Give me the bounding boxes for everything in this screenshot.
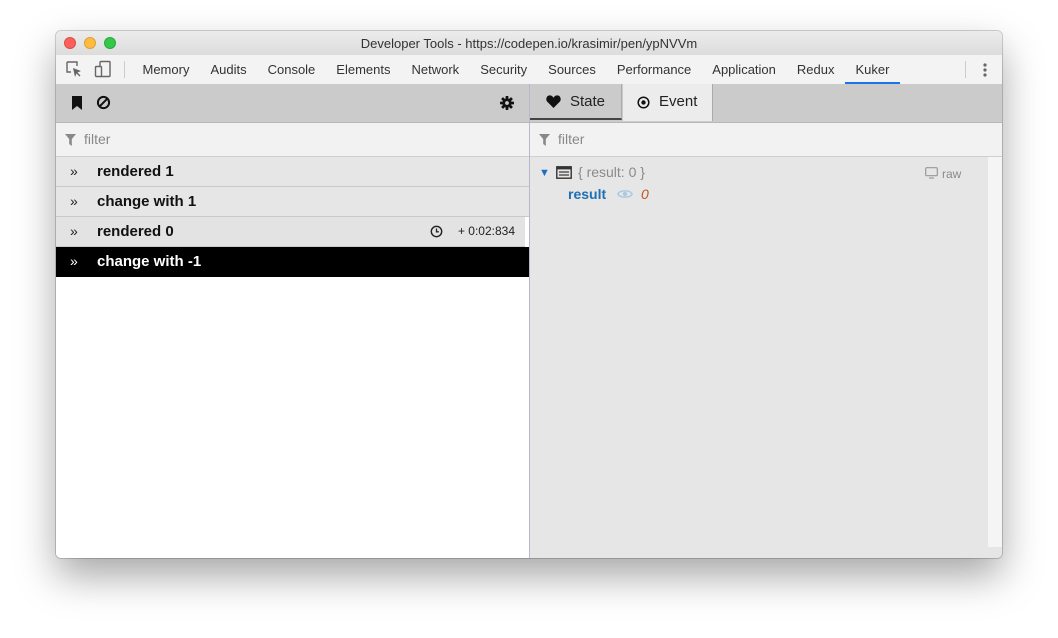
raw-toggle[interactable]: raw (942, 167, 961, 181)
tab-security[interactable]: Security (470, 55, 538, 84)
clear-icon[interactable] (96, 95, 111, 110)
clock-icon (430, 225, 443, 238)
event-time: + 0:02:834 (457, 224, 515, 238)
state-value: 0 (641, 186, 649, 202)
tab-console[interactable]: Console (257, 55, 326, 84)
collapse-triangle-icon[interactable]: ▼ (539, 167, 550, 179)
tab-audits[interactable]: Audits (200, 55, 257, 84)
monitor-icon[interactable] (925, 167, 938, 179)
tab-event[interactable]: Event (623, 84, 713, 121)
event-row-selected[interactable]: » change with -1 (56, 247, 529, 277)
toolbar-divider (124, 61, 125, 78)
tab-sources[interactable]: Sources (538, 55, 607, 84)
tab-memory[interactable]: Memory (132, 55, 200, 84)
more-options-icon[interactable] (982, 61, 988, 79)
tab-elements[interactable]: Elements (326, 55, 401, 84)
expand-chevron-icon: » (70, 253, 78, 269)
event-row[interactable]: » change with 1 (56, 187, 529, 217)
tab-application[interactable]: Application (702, 55, 787, 84)
title-bar: Developer Tools - https://codepen.io/kra… (56, 31, 1002, 56)
events-filter-bar[interactable]: filter (56, 123, 529, 157)
settings-gear-icon[interactable] (500, 96, 514, 110)
tab-event-label: Event (659, 93, 698, 110)
expand-chevron-icon: » (70, 223, 78, 239)
filter-icon (539, 134, 550, 146)
devtools-tab-bar: Memory Audits Console Elements Network S… (56, 55, 1002, 85)
tab-state-label: State (570, 93, 606, 110)
tab-kuker[interactable]: Kuker (844, 55, 900, 84)
events-toolbar (56, 84, 529, 123)
state-filter-input[interactable]: filter (558, 131, 584, 147)
event-label: change with 1 (97, 193, 197, 210)
events-filter-input[interactable]: filter (84, 131, 110, 147)
inspect-element-icon[interactable] (65, 60, 83, 78)
devtools-window: Developer Tools - https://codepen.io/kra… (56, 31, 1002, 558)
tab-performance[interactable]: Performance (606, 55, 701, 84)
object-summary: { result: 0 } (578, 164, 645, 180)
details-panel: State Event filter ▼ {result: 0} raw r… (530, 84, 1002, 558)
event-label: rendered 0 (97, 223, 174, 240)
event-label: rendered 1 (97, 163, 174, 180)
tab-redux[interactable]: Redux (786, 55, 845, 84)
event-row[interactable]: » rendered 0 + 0:02:834 (56, 217, 525, 247)
toolbar-divider (965, 61, 966, 78)
state-filter-bar[interactable]: filter (530, 123, 1002, 157)
expand-chevron-icon: » (70, 193, 78, 209)
details-tabs: State Event (530, 84, 1002, 123)
vertical-scrollbar[interactable] (988, 157, 1002, 547)
object-icon (556, 166, 572, 179)
tab-network[interactable]: Network (401, 55, 470, 84)
eye-icon[interactable] (617, 188, 633, 200)
event-label: change with -1 (97, 253, 202, 270)
event-row[interactable]: » rendered 1 (56, 157, 529, 187)
device-toolbar-icon[interactable] (94, 60, 112, 78)
window-title: Developer Tools - https://codepen.io/kra… (360, 36, 698, 51)
panel-tabs: Memory Audits Console Elements Network S… (132, 55, 900, 84)
events-list: » rendered 1 » change with 1 » rendered … (56, 157, 529, 277)
expand-chevron-icon: » (70, 163, 78, 179)
tab-state[interactable]: State (530, 84, 622, 120)
state-tree: ▼ { result: 0 } raw result 0 (530, 157, 988, 547)
state-key: result (568, 186, 607, 202)
bookmark-icon[interactable] (71, 96, 83, 110)
heart-icon (546, 95, 561, 108)
target-icon (637, 96, 650, 109)
events-panel: filter » rendered 1 » change with 1 » re… (56, 84, 530, 558)
filter-icon (65, 134, 76, 146)
